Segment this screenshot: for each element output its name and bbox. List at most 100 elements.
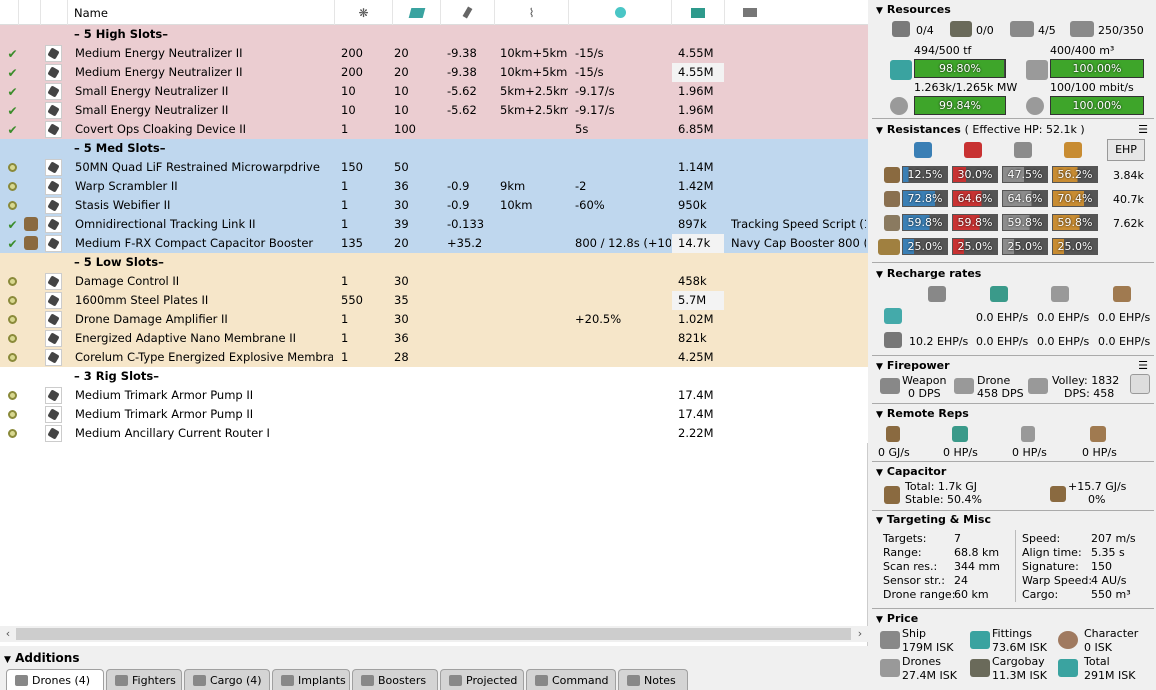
price-title: Price xyxy=(886,612,919,625)
dps-graph-icon[interactable] xyxy=(1130,374,1150,394)
tab-label: Command xyxy=(552,673,609,687)
cell-cap: -9.38 xyxy=(447,65,477,79)
module-row[interactable]: ✔ Medium Energy Neutralizer II 200 20 -9.38 1… xyxy=(0,63,868,82)
section-title: – 5 High Slots– xyxy=(74,27,168,41)
charge-icon-column-header[interactable] xyxy=(19,0,41,25)
cell-cpu: 200 xyxy=(341,65,363,79)
drones-price-label: Drones xyxy=(902,655,941,668)
online-icon xyxy=(8,277,17,286)
menu-icon[interactable]: ☰ xyxy=(1138,358,1148,374)
price-header[interactable]: ▼ Price xyxy=(876,611,918,628)
state-column-header[interactable] xyxy=(0,0,19,25)
cell-name: Warp Scrambler II xyxy=(75,179,178,193)
drones-price: 27.4M ISK xyxy=(902,669,957,682)
online-state-icon[interactable] xyxy=(6,408,19,421)
scroll-left-icon[interactable]: ‹ xyxy=(0,626,16,642)
powergrid-column-header[interactable] xyxy=(393,0,441,25)
tab-notes[interactable]: Notes xyxy=(618,669,688,690)
cpu-icon: ❋ xyxy=(358,5,369,20)
module-row[interactable]: 50MN Quad LiF Restrained Microwarpdrive 1… xyxy=(0,158,868,177)
online-state-icon[interactable] xyxy=(6,275,19,288)
remote-reps-header[interactable]: ▼ Remote Reps xyxy=(876,406,969,423)
charge-icon xyxy=(24,217,38,231)
capacitor-header[interactable]: ▼ Capacitor xyxy=(876,464,946,481)
scroll-right-icon[interactable]: › xyxy=(852,626,868,642)
fittings-icon xyxy=(970,631,990,649)
module-row[interactable]: Corelum C-Type Energized Explosive Membr… xyxy=(0,348,868,367)
online-state-icon[interactable] xyxy=(6,332,19,345)
cpu-column-header[interactable]: ❋ xyxy=(335,0,393,25)
tab-implants[interactable]: Implants xyxy=(272,669,350,690)
tab-drones[interactable]: Drones (4) xyxy=(6,669,104,690)
module-row[interactable]: Medium Trimark Armor Pump II 17.4M xyxy=(0,405,868,424)
name-column-header[interactable]: Name xyxy=(68,0,335,25)
active-state-icon[interactable]: ✔ xyxy=(6,85,19,99)
module-icon xyxy=(45,406,62,423)
module-row[interactable]: ✔ Medium Energy Neutralizer II 200 20 -9.38 1… xyxy=(0,44,868,63)
pyfa-window: Name ❋ ⌇ – 5 High Slots– ✔ Medium Energy N… xyxy=(0,0,1156,690)
ehp-toggle-button[interactable]: EHP xyxy=(1107,139,1145,161)
collapse-arrow-icon: ▼ xyxy=(876,615,883,625)
cell-range xyxy=(500,424,568,443)
tab-command[interactable]: Command xyxy=(526,669,616,690)
online-state-icon[interactable] xyxy=(6,313,19,326)
tab-cargo[interactable]: Cargo (4) xyxy=(184,669,270,690)
range-column-header[interactable]: ⌇ xyxy=(495,0,569,25)
cell-charge xyxy=(731,329,866,348)
online-state-icon[interactable] xyxy=(6,161,19,174)
tab-boosters[interactable]: Boosters xyxy=(352,669,438,690)
module-row[interactable]: Damage Control II 1 30 458k xyxy=(0,272,868,291)
price-column-header[interactable] xyxy=(672,0,725,25)
online-state-icon[interactable] xyxy=(6,199,19,212)
module-row[interactable]: Medium Trimark Armor Pump II 17.4M xyxy=(0,386,868,405)
cell-cpu: 150 xyxy=(341,160,363,174)
horizontal-scrollbar[interactable]: ‹ › xyxy=(0,626,868,642)
cell-range: 10km+5km xyxy=(500,65,568,79)
online-state-icon[interactable] xyxy=(6,294,19,307)
firepower-section: ▼ Firepower ☰ Weapon 0 DPS Drone 458 DPS … xyxy=(870,358,1156,403)
menu-icon[interactable]: ☰ xyxy=(1138,122,1148,138)
online-state-icon[interactable] xyxy=(6,389,19,402)
module-row[interactable]: Warp Scrambler II 1 36 -0.9 9km -2 1.42M xyxy=(0,177,868,196)
cell-name: Corelum C-Type Energized Explosive Membr… xyxy=(75,350,333,364)
module-row[interactable]: ✔ Omnidirectional Tracking Link II 1 39 -0.1… xyxy=(0,215,868,234)
capacitor-column-header[interactable] xyxy=(441,0,495,25)
misc-column-header[interactable] xyxy=(569,0,672,25)
additions-title[interactable]: ▼ Additions xyxy=(4,650,79,668)
active-state-icon[interactable]: ✔ xyxy=(6,47,19,61)
tab-projected[interactable]: Projected xyxy=(440,669,524,690)
cell-price: 4.55M xyxy=(672,63,724,82)
targeting-header[interactable]: ▼ Targeting & Misc xyxy=(876,512,991,529)
active-state-icon[interactable]: ✔ xyxy=(6,65,19,80)
module-row[interactable]: Stasis Webifier II 1 30 -0.9 10km -60% 950k xyxy=(0,196,868,215)
resistances-header[interactable]: ▼ Resistances ( Effective HP: 52.1k ) xyxy=(876,122,1085,139)
ammo-column-header[interactable] xyxy=(725,0,868,25)
tab-fighters[interactable]: Fighters xyxy=(106,669,182,690)
online-state-icon[interactable] xyxy=(6,180,19,193)
online-state-icon[interactable] xyxy=(6,427,19,440)
module-row[interactable]: ✔ Medium F-RX Compact Capacitor Booster 13… xyxy=(0,234,868,253)
module-row[interactable]: Medium Ancillary Current Router I 2.22M xyxy=(0,424,868,443)
module-icon xyxy=(45,83,62,100)
active-state-icon[interactable]: ✔ xyxy=(6,218,19,232)
module-row[interactable]: ✔ Covert Ops Cloaking Device II 1 100 5s 6.85… xyxy=(0,120,868,139)
active-state-icon[interactable]: ✔ xyxy=(6,123,19,137)
scrollbar-thumb[interactable] xyxy=(16,628,851,640)
resources-header[interactable]: ▼ Resources xyxy=(876,2,951,19)
active-state-icon[interactable]: ✔ xyxy=(6,104,19,118)
cell-name: Medium F-RX Compact Capacitor Booster xyxy=(75,236,314,250)
misc-icon xyxy=(614,7,626,18)
module-row[interactable]: Energized Adaptive Nano Membrane II 1 36 82… xyxy=(0,329,868,348)
online-state-icon[interactable] xyxy=(6,351,19,364)
module-row[interactable]: Drone Damage Amplifier II 1 30 +20.5% 1.02M xyxy=(0,310,868,329)
check-icon: ✔ xyxy=(7,65,18,80)
module-icon-column-header[interactable] xyxy=(41,0,68,25)
active-state-icon[interactable]: ✔ xyxy=(6,237,19,251)
module-row[interactable]: ✔ Small Energy Neutralizer II 10 10 -5.62 5km… xyxy=(0,82,868,101)
cell-charge xyxy=(731,291,866,310)
module-row[interactable]: ✔ Small Energy Neutralizer II 10 10 -5.62 5km… xyxy=(0,101,868,120)
recharge-header[interactable]: ▼ Recharge rates xyxy=(876,266,981,283)
module-row[interactable]: 1600mm Steel Plates II 550 35 5.7M xyxy=(0,291,868,310)
firepower-header[interactable]: ▼ Firepower xyxy=(876,358,950,375)
cap-delta-icon xyxy=(1050,486,1066,502)
